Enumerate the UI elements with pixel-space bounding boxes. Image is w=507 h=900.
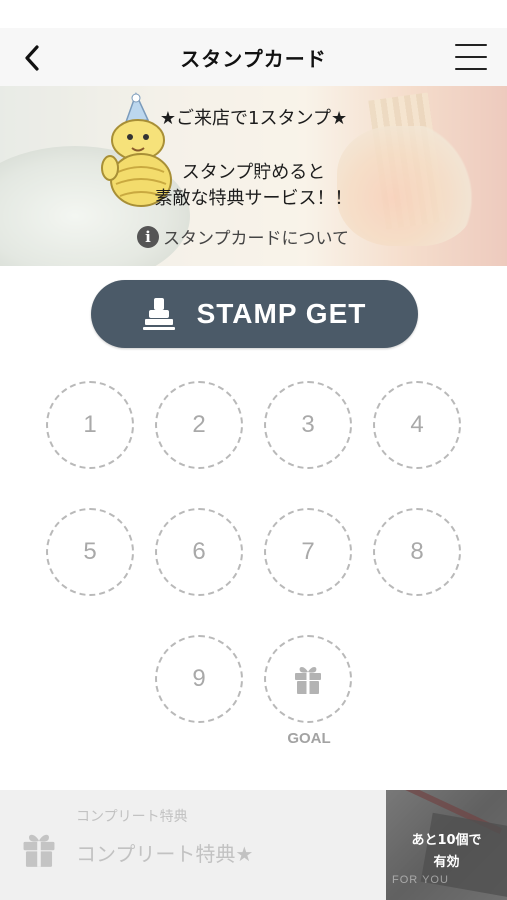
about-stamp-card-link[interactable]: i スタンプカードについて: [137, 224, 349, 249]
info-icon: i: [137, 225, 159, 248]
goal-slot[interactable]: [264, 635, 352, 723]
navigation-bar: スタンプカード: [0, 28, 507, 86]
stamp-slot-number: 3: [301, 411, 315, 438]
banner-headline: ★ご来店で1スタンプ★: [159, 108, 348, 129]
stamp-slot-1[interactable]: 1: [46, 381, 134, 469]
gift-icon: [295, 667, 321, 694]
complete-reward-caption: コンプリート特典: [76, 809, 188, 825]
goal-label: GOAL: [287, 730, 331, 747]
page-title: スタンプカード: [180, 46, 327, 71]
stamp-slot-3[interactable]: 3: [264, 381, 352, 469]
stamp-slot-number: 5: [83, 538, 97, 565]
stamp-slot-8[interactable]: 8: [373, 508, 461, 596]
gift-icon: [23, 834, 55, 867]
status-bar: [0, 0, 507, 28]
back-button[interactable]: [14, 40, 50, 76]
stamp-slot-2[interactable]: 2: [155, 381, 243, 469]
stamp-slot-number: 4: [410, 411, 424, 438]
stamp-card-banner: ★ご来店で1スタンプ★ スタンプ貯めると 素敵な特典サービス！！ i スタンプカ…: [0, 86, 507, 266]
stamp-slot-number: 1: [83, 411, 97, 438]
stamp-slot-9[interactable]: 9: [155, 635, 243, 723]
stamp-slot-7[interactable]: 7: [264, 508, 352, 596]
banner-text-line: スタンプ貯めると: [181, 162, 326, 183]
chevron-left-icon: [25, 45, 39, 71]
stamp-slot-number: 9: [192, 665, 206, 692]
complete-reward-bar[interactable]: コンプリート特典 コンプリート特典★ FOR YOU あと10個で 有効: [0, 790, 507, 900]
stamp-slot-number: 8: [410, 538, 424, 565]
stamp-slot-4[interactable]: 4: [373, 381, 461, 469]
about-stamp-card-label: スタンプカードについて: [163, 229, 349, 249]
reward-image-text: FOR YOU: [392, 874, 449, 886]
stamp-slot-5[interactable]: 5: [46, 508, 134, 596]
hamburger-menu-icon[interactable]: [455, 44, 487, 70]
complete-reward-title: コンプリート特典★: [76, 842, 254, 866]
reward-remaining-text: あと10個で 有効: [411, 833, 482, 870]
stamp-icon: [142, 298, 175, 330]
stamp-get-label: STAMP GET: [196, 298, 367, 329]
stamp-get-button[interactable]: STAMP GET: [91, 280, 418, 348]
stamp-slot-number: 2: [192, 411, 206, 438]
reward-status-thumbnail[interactable]: FOR YOU あと10個で 有効: [386, 790, 507, 900]
stamp-slot-6[interactable]: 6: [155, 508, 243, 596]
banner-text-line: 素敵な特典サービス！！: [154, 188, 353, 209]
stamp-slot-number: 6: [192, 538, 206, 565]
stamp-slot-number: 7: [301, 538, 315, 565]
